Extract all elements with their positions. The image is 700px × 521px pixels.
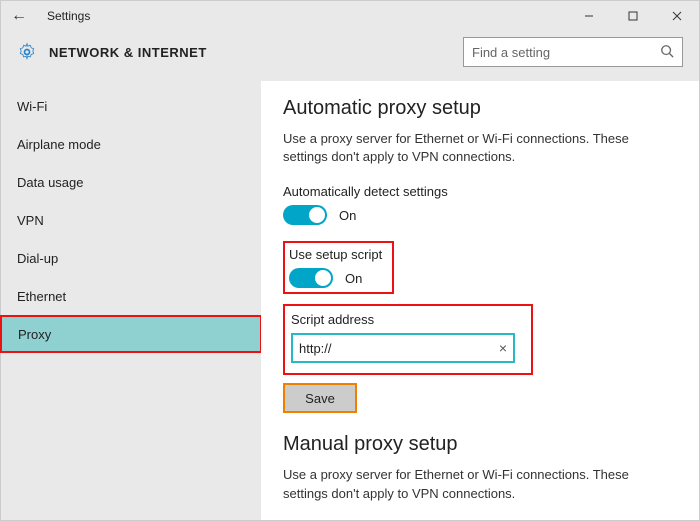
sidebar-item-wifi[interactable]: Wi-Fi [1,87,261,125]
script-address-label: Script address [291,312,521,327]
sidebar-item-label: Airplane mode [17,137,101,152]
sidebar-item-label: Data usage [17,175,84,190]
save-button-label: Save [305,391,335,406]
sidebar: Wi-Fi Airplane mode Data usage VPN Dial-… [1,81,261,520]
clear-icon[interactable]: × [499,340,507,356]
use-setup-script-state: On [345,271,362,286]
sidebar-item-vpn[interactable]: VPN [1,201,261,239]
sidebar-item-label: VPN [17,213,44,228]
automatic-proxy-desc: Use a proxy server for Ethernet or Wi-Fi… [283,130,677,166]
auto-detect-label: Automatically detect settings [283,184,677,199]
minimize-button[interactable] [567,1,611,31]
sidebar-item-airplane-mode[interactable]: Airplane mode [1,125,261,163]
section-title: NETWORK & INTERNET [49,45,207,60]
sidebar-item-proxy[interactable]: Proxy [0,315,262,353]
use-setup-script-label: Use setup script [289,247,382,262]
auto-detect-row: On [283,205,677,225]
use-setup-script-highlight: Use setup script On [283,241,394,294]
auto-detect-toggle[interactable] [283,205,327,225]
sidebar-item-label: Wi-Fi [17,99,47,114]
app-title: Settings [47,9,90,23]
script-address-input[interactable]: http:// × [291,333,515,363]
manual-proxy-desc: Use a proxy server for Ethernet or Wi-Fi… [283,466,677,502]
sidebar-item-label: Proxy [18,327,51,342]
titlebar: ← Settings [1,1,699,31]
settings-window: ← Settings NETWORK & INTERNET Find a set… [0,0,700,521]
script-address-highlight: Script address http:// × [283,304,533,375]
save-button[interactable]: Save [283,383,357,413]
use-setup-script-row: On [289,268,382,288]
automatic-proxy-heading: Automatic proxy setup [283,97,677,120]
sidebar-item-dial-up[interactable]: Dial-up [1,239,261,277]
sidebar-item-label: Dial-up [17,251,58,266]
search-icon [660,44,674,61]
search-placeholder: Find a setting [472,45,660,60]
script-address-value: http:// [299,341,499,356]
sidebar-item-ethernet[interactable]: Ethernet [1,277,261,315]
body: Wi-Fi Airplane mode Data usage VPN Dial-… [1,81,699,520]
close-button[interactable] [655,1,699,31]
window-controls [567,1,699,31]
manual-proxy-heading: Manual proxy setup [283,433,677,456]
sidebar-item-label: Ethernet [17,289,66,304]
gear-icon [17,42,37,62]
maximize-button[interactable] [611,1,655,31]
header: NETWORK & INTERNET Find a setting [1,31,699,81]
sidebar-item-data-usage[interactable]: Data usage [1,163,261,201]
auto-detect-state: On [339,208,356,223]
back-button[interactable]: ← [11,7,31,25]
content-pane: Automatic proxy setup Use a proxy server… [261,81,699,520]
use-setup-script-toggle[interactable] [289,268,333,288]
search-input[interactable]: Find a setting [463,37,683,67]
